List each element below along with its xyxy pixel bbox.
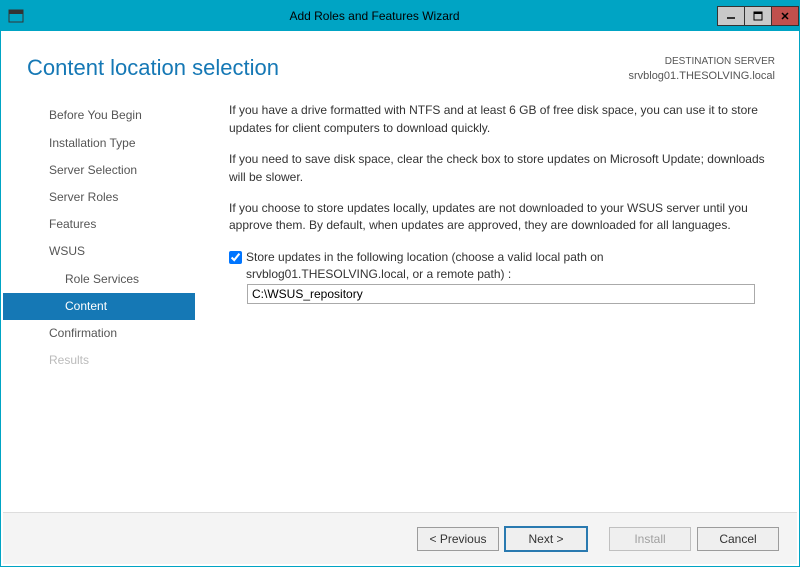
sidebar-item-results: Results	[3, 347, 195, 374]
store-updates-label-line2: srvblog01.THESOLVING.local, or a remote …	[246, 267, 511, 281]
sidebar-item-wsus[interactable]: WSUS	[3, 238, 195, 265]
minimize-button[interactable]	[717, 6, 745, 26]
paragraph-2: If you need to save disk space, clear th…	[229, 151, 769, 186]
app-icon	[1, 1, 31, 31]
main-area: Before You Begin Installation Type Serve…	[3, 96, 797, 512]
destination-label: DESTINATION SERVER	[628, 55, 775, 69]
cancel-button[interactable]: Cancel	[697, 527, 779, 551]
content-pane: If you have a drive formatted with NTFS …	[195, 96, 797, 512]
page-title: Content location selection	[27, 55, 628, 81]
store-updates-checkbox[interactable]	[229, 251, 242, 264]
sidebar-item-installation-type[interactable]: Installation Type	[3, 130, 195, 157]
sidebar-item-features[interactable]: Features	[3, 211, 195, 238]
store-updates-label[interactable]: Store updates in the following location …	[246, 249, 769, 284]
wizard-body: Content location selection DESTINATION S…	[1, 31, 799, 566]
sidebar-item-role-services[interactable]: Role Services	[3, 266, 195, 293]
header: Content location selection DESTINATION S…	[3, 33, 797, 96]
previous-button[interactable]: < Previous	[417, 527, 499, 551]
sidebar-item-before-you-begin[interactable]: Before You Begin	[3, 102, 195, 129]
next-button[interactable]: Next >	[505, 527, 587, 551]
destination-server-block: DESTINATION SERVER srvblog01.THESOLVING.…	[628, 55, 775, 84]
maximize-button[interactable]	[744, 6, 772, 26]
paragraph-3: If you choose to store updates locally, …	[229, 200, 769, 235]
paragraph-1: If you have a drive formatted with NTFS …	[229, 102, 769, 137]
store-path-input[interactable]	[247, 284, 755, 304]
store-updates-label-line1: Store updates in the following location …	[246, 250, 604, 264]
window-controls	[718, 6, 799, 26]
store-updates-row: Store updates in the following location …	[229, 249, 769, 284]
sidebar-item-confirmation[interactable]: Confirmation	[3, 320, 195, 347]
install-button: Install	[609, 527, 691, 551]
destination-value: srvblog01.THESOLVING.local	[628, 69, 775, 84]
titlebar: Add Roles and Features Wizard	[1, 1, 799, 31]
wizard-window: Add Roles and Features Wizard Content lo…	[0, 0, 800, 567]
footer: < Previous Next > Install Cancel	[3, 512, 797, 564]
sidebar-item-server-selection[interactable]: Server Selection	[3, 157, 195, 184]
close-button[interactable]	[771, 6, 799, 26]
window-title: Add Roles and Features Wizard	[31, 9, 718, 23]
sidebar: Before You Begin Installation Type Serve…	[3, 96, 195, 512]
sidebar-item-content[interactable]: Content	[3, 293, 195, 320]
sidebar-item-server-roles[interactable]: Server Roles	[3, 184, 195, 211]
